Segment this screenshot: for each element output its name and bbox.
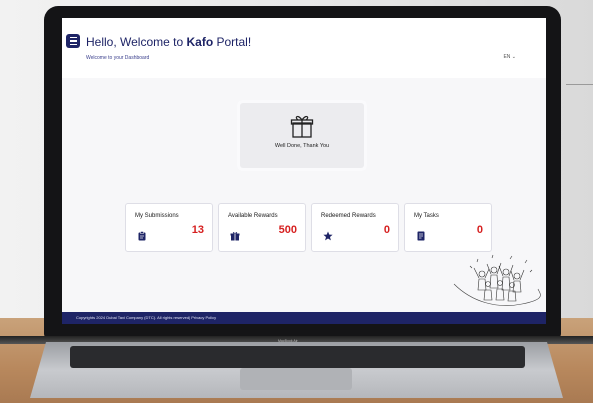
page-title: Hello, Welcome to Kafo Portal! <box>86 35 251 49</box>
page-header: Hello, Welcome to Kafo Portal! Welcome t… <box>62 18 546 78</box>
card-value: 500 <box>278 224 297 236</box>
portal-screen: Hello, Welcome to Kafo Portal! Welcome t… <box>62 18 546 324</box>
language-selector[interactable]: EN ⌄ <box>503 54 516 60</box>
hamburger-icon <box>69 37 77 39</box>
dashboard-content: Well Done, Thank You My Submissions 13 A… <box>62 78 546 312</box>
greeting-prefix: Hello, Welcome to <box>86 35 187 49</box>
card-redeemed-rewards[interactable]: Redeemed Rewards 0 <box>311 203 399 252</box>
card-available-rewards[interactable]: Available Rewards 500 <box>218 203 306 252</box>
card-value: 0 <box>383 224 390 236</box>
menu-toggle-button[interactable] <box>66 34 80 48</box>
celebration-illustration <box>453 254 541 306</box>
gift-icon <box>290 115 314 138</box>
star-icon <box>323 231 333 241</box>
copyright-text: Copyrights 2024 Dubai Taxi Company (DTC)… <box>76 315 217 320</box>
card-value: 13 <box>191 224 204 236</box>
laptop-trackpad <box>240 368 352 390</box>
clipboard-icon <box>138 231 146 241</box>
card-value: 0 <box>476 224 483 236</box>
hamburger-icon <box>69 43 77 45</box>
gift-icon <box>230 232 240 241</box>
background-line <box>566 84 593 85</box>
card-label: Redeemed Rewards <box>321 213 376 219</box>
card-label: My Submissions <box>135 213 179 219</box>
card-my-submissions[interactable]: My Submissions 13 <box>125 203 213 252</box>
card-label: My Tasks <box>414 213 439 219</box>
thanks-panel: Well Done, Thank You <box>240 103 364 168</box>
laptop-model-label: MacBook Air <box>278 339 298 343</box>
card-label: Available Rewards <box>228 213 278 219</box>
document-icon <box>417 231 425 241</box>
brand-name: Kafo <box>186 35 214 49</box>
page-subtitle: Welcome to your Dashboard <box>86 55 150 61</box>
thanks-message: Well Done, Thank You <box>274 143 330 149</box>
greeting-suffix: Portal! <box>213 35 252 49</box>
page-footer: Copyrights 2024 Dubai Taxi Company (DTC)… <box>62 312 546 324</box>
hamburger-icon <box>69 40 77 42</box>
laptop-keyboard <box>70 346 525 368</box>
card-my-tasks[interactable]: My Tasks 0 <box>404 203 492 252</box>
